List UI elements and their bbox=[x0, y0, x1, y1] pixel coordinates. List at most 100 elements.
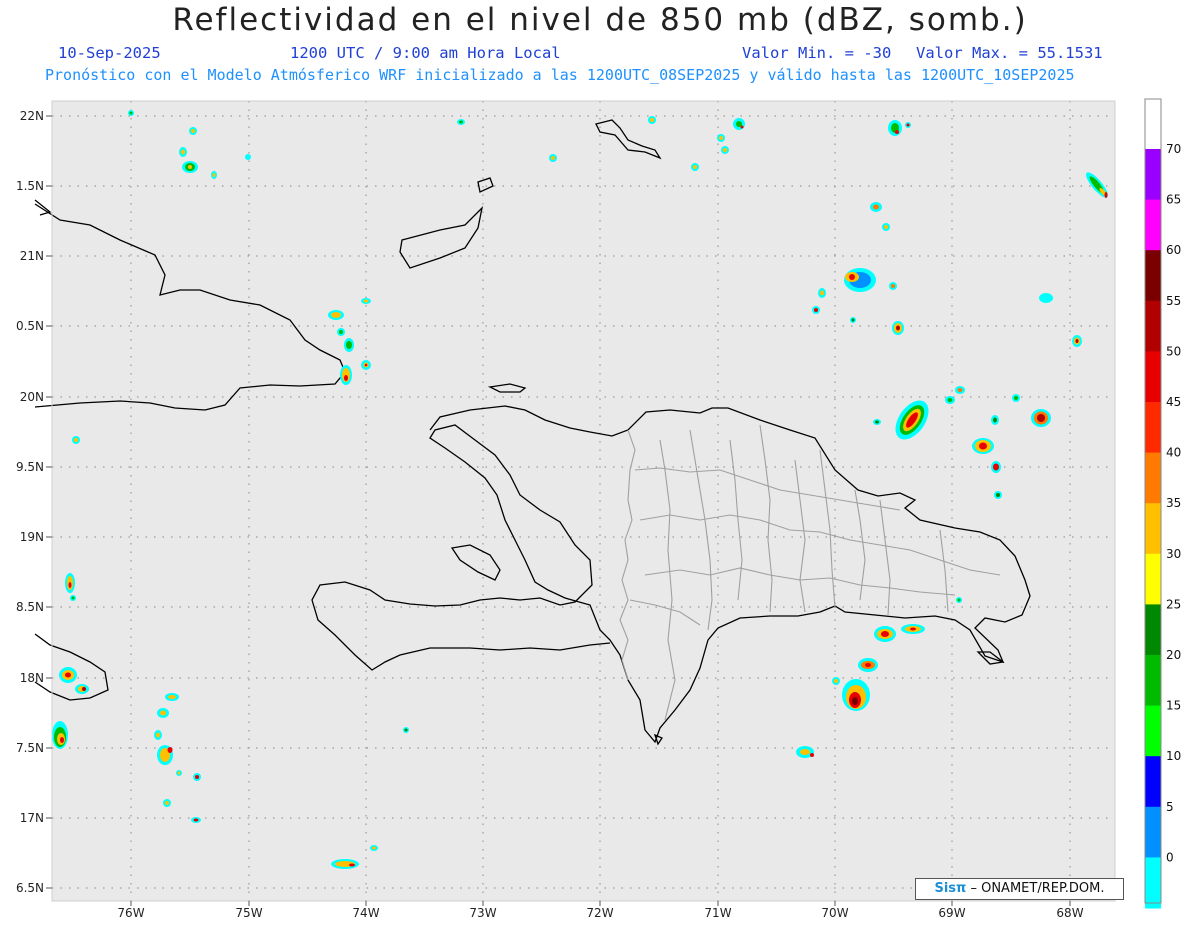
colorbar-segment bbox=[1145, 705, 1161, 757]
echo-cell bbox=[901, 624, 925, 634]
colorbar-segment bbox=[1145, 300, 1161, 352]
echo-cell bbox=[955, 386, 965, 394]
echo-cell bbox=[818, 288, 826, 298]
lon-tick-label: 71W bbox=[704, 906, 731, 920]
colorbar-segment bbox=[1145, 604, 1161, 656]
echo-cell bbox=[361, 298, 371, 304]
echo-cell bbox=[870, 202, 882, 212]
echo-cell bbox=[874, 626, 896, 642]
colorbar-label: 40 bbox=[1166, 446, 1181, 460]
longitude-axis: 76W 75W 74W 73W 72W 71W 70W 69W 68W bbox=[117, 901, 1084, 920]
colorbar-segment bbox=[1145, 655, 1161, 707]
echo-cell bbox=[972, 438, 994, 454]
lon-tick-label: 69W bbox=[938, 906, 965, 920]
echo-cell bbox=[163, 799, 171, 807]
colorbar-label: 45 bbox=[1166, 395, 1181, 409]
colorbar-segment bbox=[1145, 452, 1161, 504]
echo-cell bbox=[882, 223, 890, 231]
echo-cell bbox=[154, 730, 162, 740]
cuba-north-coast bbox=[34, 199, 52, 216]
lat-tick-label: 7.5N bbox=[16, 741, 44, 755]
latitude-axis: 22N 1.5N 21N 0.5N 20N 9.5N 19N 8.5N 18N 7.5N 17N 6.… bbox=[16, 109, 52, 895]
lat-tick-label: 20N bbox=[20, 390, 44, 404]
echo-cell bbox=[157, 708, 169, 718]
echo-cell bbox=[331, 859, 359, 869]
echo-cell bbox=[403, 727, 409, 733]
echo-cell bbox=[176, 770, 182, 776]
echo-cell bbox=[245, 154, 251, 160]
reflectivity-map: 22N 1.5N 21N 0.5N 20N 9.5N 19N 8.5N 18N 7.5N 17N 6.… bbox=[16, 98, 1181, 920]
echo-cell bbox=[361, 360, 371, 370]
lat-tick-label: 22N bbox=[20, 109, 44, 123]
echo-cell bbox=[889, 282, 897, 290]
colorbar-label: 35 bbox=[1166, 496, 1181, 510]
echo-cell bbox=[340, 365, 352, 385]
echo-cell bbox=[165, 693, 179, 701]
colorbar-label: 15 bbox=[1166, 699, 1181, 713]
lat-tick-label: 19N bbox=[20, 530, 44, 544]
colorbar-label: 30 bbox=[1166, 547, 1181, 561]
lon-tick-label: 74W bbox=[352, 906, 379, 920]
echo-cell bbox=[994, 491, 1002, 499]
colorbar-label: 5 bbox=[1166, 800, 1174, 814]
credit-text: – ONAMET/REP.DOM. bbox=[970, 881, 1105, 896]
colorbar-segment bbox=[1145, 553, 1161, 605]
echo-cell bbox=[182, 161, 198, 173]
echo-cell bbox=[991, 415, 999, 425]
lon-tick-label: 70W bbox=[821, 906, 848, 920]
echo-cell bbox=[844, 268, 876, 292]
echo-cell bbox=[337, 328, 345, 336]
colorbar-label: 50 bbox=[1166, 344, 1181, 358]
color-scale-bar: 7065605550454035302520151050 bbox=[1144, 98, 1181, 909]
echo-cell bbox=[956, 597, 962, 603]
lat-tick-label: 0.5N bbox=[16, 319, 44, 333]
lon-tick-label: 72W bbox=[586, 906, 613, 920]
colorbar-label: 70 bbox=[1166, 142, 1181, 156]
echo-cell bbox=[1031, 409, 1051, 427]
echo-cell bbox=[796, 746, 814, 758]
colorbar-segment bbox=[1145, 149, 1161, 201]
lat-tick-label: 8.5N bbox=[16, 600, 44, 614]
colorbar-segment bbox=[1145, 503, 1161, 555]
colorbar-segment bbox=[1145, 806, 1161, 858]
sispi-logo: Sisπ bbox=[934, 881, 967, 896]
echo-cell bbox=[842, 679, 870, 711]
colorbar-segment bbox=[1145, 857, 1161, 909]
echo-cell bbox=[157, 745, 173, 765]
colorbar-segment bbox=[1145, 250, 1161, 302]
echo-cell bbox=[549, 154, 557, 162]
echo-cell bbox=[1012, 394, 1020, 402]
echo-cell bbox=[191, 817, 201, 823]
echo-cell bbox=[59, 667, 77, 683]
echo-cell bbox=[70, 595, 76, 601]
echo-cell bbox=[72, 436, 80, 444]
colorbar-label: 60 bbox=[1166, 243, 1181, 257]
echo-cell bbox=[873, 419, 881, 425]
echo-cell bbox=[211, 171, 217, 179]
colorbar-label: 55 bbox=[1166, 294, 1181, 308]
echo-cell bbox=[721, 146, 729, 154]
echo-cell bbox=[128, 110, 134, 116]
lat-tick-label: 1.5N bbox=[16, 179, 44, 193]
echo-cell bbox=[648, 116, 656, 124]
colorbar-label: 65 bbox=[1166, 193, 1181, 207]
echo-cell bbox=[991, 461, 1001, 473]
lon-tick-label: 68W bbox=[1056, 906, 1083, 920]
credit-box: Sisπ – ONAMET/REP.DOM. bbox=[915, 878, 1124, 900]
echo-cell bbox=[457, 119, 465, 125]
echo-cell bbox=[75, 684, 89, 694]
map-area bbox=[52, 101, 1115, 901]
echo-cell bbox=[892, 321, 904, 335]
colorbar-segment bbox=[1145, 99, 1161, 149]
lat-tick-label: 18N bbox=[20, 671, 44, 685]
echo-cell bbox=[832, 677, 840, 685]
echo-cell bbox=[370, 845, 378, 851]
echo-cell bbox=[691, 163, 699, 171]
colorbar-label: 10 bbox=[1166, 749, 1181, 763]
echo-cell bbox=[858, 658, 878, 672]
echo-cell bbox=[717, 134, 725, 142]
colorbar-segment bbox=[1145, 351, 1161, 403]
echo-cell bbox=[1039, 293, 1053, 303]
lat-tick-label: 17N bbox=[20, 811, 44, 825]
echo-cell bbox=[193, 773, 201, 781]
